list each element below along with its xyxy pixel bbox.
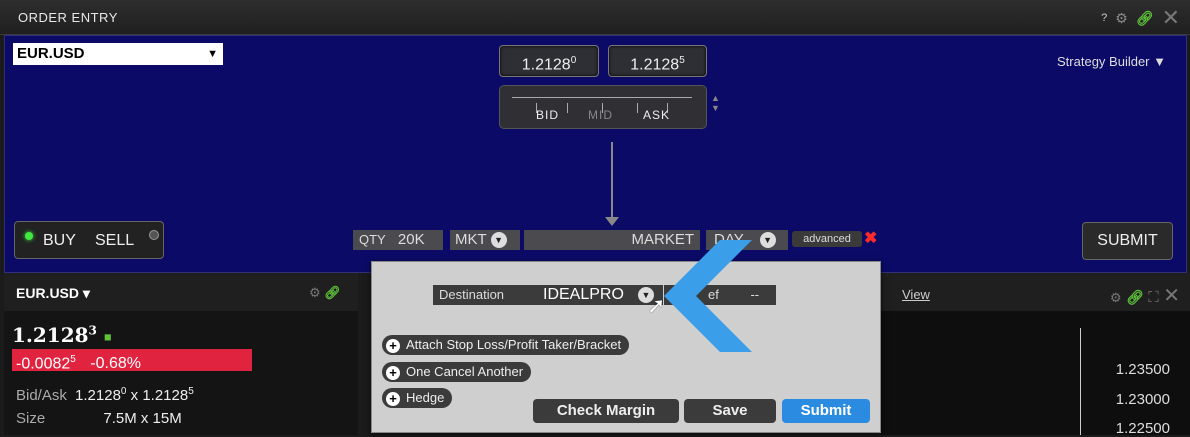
bid-ask-bid: 1.2128	[75, 387, 121, 404]
last-price-pip: 3	[88, 323, 97, 338]
advanced-button[interactable]: advanced	[792, 231, 862, 247]
bid-ask-ask-pip: 5	[188, 386, 194, 397]
y-tick-label: 1.23500	[1115, 361, 1170, 378]
advanced-order-popup: Destination IDEALPRO ▼ ef -- + Attach Sto…	[371, 261, 881, 433]
tick-indicator-icon: ■	[103, 331, 112, 342]
bid-ask-separator: x	[130, 387, 139, 404]
chart-panel: View ⚙ 🔗︎ ⛶ ✕ 1.23500 1.23000 1.22500	[880, 273, 1190, 437]
buy-label[interactable]: BUY	[43, 232, 76, 250]
destination-label: Destination	[439, 287, 505, 302]
change-badge: -0.00825 -0.68%	[12, 349, 252, 373]
slider-ask-label[interactable]: ASK	[643, 108, 670, 122]
last-price: 1.21283 ■	[12, 323, 111, 347]
title-bar: ORDER ENTRY ? ⚙ 🔗︎ ✕	[0, 0, 1190, 35]
ask-price: 1.2128	[630, 56, 680, 74]
strategy-builder-menu[interactable]: Strategy Builder ▼	[1057, 54, 1166, 69]
link-icon[interactable]: 🔗︎	[324, 285, 341, 300]
size-value: 7.5M x 15M	[103, 410, 182, 427]
chart-header: View ⚙ 🔗︎ ⛶ ✕	[880, 273, 1190, 311]
gear-icon[interactable]: ⚙	[1115, 10, 1128, 27]
size-row: Size 7.5M x 15M	[16, 410, 182, 427]
save-button[interactable]: Save	[684, 399, 776, 423]
flow-arrow-head	[605, 217, 619, 226]
sell-label[interactable]: SELL	[95, 232, 134, 250]
bid-ask-ask: 1.2128	[142, 387, 189, 404]
slider-track	[512, 97, 692, 113]
chevron-left-icon	[664, 240, 752, 352]
y-tick-label: 1.22500	[1115, 420, 1170, 437]
buy-indicator-icon	[25, 232, 33, 240]
link-icon[interactable]: 🔗︎	[1126, 289, 1144, 305]
ask-price-box[interactable]: 1.21285	[608, 45, 707, 77]
slider-tick	[637, 103, 638, 113]
hedge-label: Hedge	[406, 390, 445, 405]
attach-bracket-label: Attach Stop Loss/Profit Taker/Bracket	[406, 337, 622, 352]
window-title: ORDER ENTRY	[18, 10, 118, 25]
submit-button[interactable]: SUBMIT	[1082, 222, 1173, 260]
bid-price-pip: 0	[570, 55, 577, 66]
plus-icon: +	[386, 338, 400, 353]
quote-header-icons: ⚙ 🔗︎	[309, 285, 341, 301]
symbol-value: EUR.USD	[17, 45, 85, 62]
destination-value: IDEALPRO	[543, 286, 624, 303]
popup-submit-button[interactable]: Submit	[782, 399, 870, 423]
chevron-down-icon: ▼	[490, 232, 507, 249]
bid-price-box[interactable]: 1.21280	[499, 45, 599, 77]
close-advanced-icon[interactable]: ✖	[864, 231, 878, 247]
ask-price-pip: 5	[679, 55, 685, 66]
price-stepper-icon[interactable]: ▲ ▼	[711, 93, 720, 113]
view-menu[interactable]: View	[902, 287, 930, 302]
slider-tick	[567, 103, 568, 113]
help-icon[interactable]: ?	[1101, 12, 1107, 24]
price-slider[interactable]: BID MID ASK	[499, 85, 707, 129]
gear-icon[interactable]: ⚙	[309, 285, 321, 300]
buy-sell-toggle[interactable]: BUY SELL	[14, 221, 164, 259]
slider-mid-label[interactable]: MID	[588, 108, 613, 122]
chevron-down-icon: ▼	[759, 232, 776, 249]
size-label: Size	[16, 410, 46, 427]
close-icon[interactable]: ✕	[1162, 5, 1180, 31]
hedge-button[interactable]: + Hedge	[382, 388, 453, 408]
qty-value: 20K	[397, 231, 425, 248]
close-icon[interactable]: ✕	[1163, 285, 1180, 307]
bid-ask-label: Bid/Ask	[16, 387, 67, 404]
quote-panel: EUR.USD ▾ ⚙ 🔗︎ 1.21283 ■ -0.00825 -0.68%…	[4, 273, 358, 435]
y-axis	[1080, 328, 1081, 435]
sell-indicator-icon	[149, 230, 159, 240]
change-pip: 5	[70, 354, 76, 365]
gear-icon[interactable]: ⚙	[1110, 290, 1122, 305]
y-tick-label: 1.23000	[1115, 391, 1170, 408]
change-percent: -0.68%	[90, 355, 141, 373]
qty-label: QTY	[359, 232, 386, 247]
quote-header: EUR.USD ▾ ⚙ 🔗︎	[4, 273, 358, 311]
flow-arrow-line	[611, 142, 613, 220]
order-type-value: MKT	[455, 231, 487, 248]
slider-bid-label[interactable]: BID	[536, 108, 559, 122]
title-icons: ? ⚙ 🔗︎ ✕	[1101, 5, 1180, 31]
order-type-select[interactable]: MKT ▼	[450, 230, 520, 250]
destination-select[interactable]: Destination IDEALPRO ▼	[433, 285, 663, 305]
one-cancel-another-button[interactable]: + One Cancel Another	[382, 362, 532, 382]
bid-price: 1.2128	[521, 56, 571, 74]
bid-ask-row: Bid/Ask 1.21280 x 1.21285	[16, 386, 194, 404]
symbol-select[interactable]: EUR.USD ▼	[13, 43, 223, 65]
expand-icon[interactable]: ⛶	[1148, 289, 1159, 306]
last-price-main: 1.2128	[12, 323, 89, 347]
check-margin-button[interactable]: Check Margin	[533, 399, 679, 423]
oca-label: One Cancel Another	[406, 364, 524, 379]
plus-icon: +	[386, 391, 400, 406]
quote-symbol-menu[interactable]: EUR.USD ▾	[16, 285, 90, 302]
qty-field[interactable]: QTY 20K	[353, 230, 443, 250]
chevron-down-icon: ▼	[207, 48, 218, 60]
bid-ask-bid-pip: 0	[120, 386, 127, 397]
attach-bracket-button[interactable]: + Attach Stop Loss/Profit Taker/Bracket	[382, 335, 630, 355]
link-icon[interactable]: 🔗︎	[1136, 10, 1154, 27]
chart-header-icons: ⚙ 🔗︎ ⛶ ✕	[1110, 283, 1180, 308]
plus-icon: +	[386, 365, 400, 380]
change-value: -0.0082	[16, 355, 71, 373]
